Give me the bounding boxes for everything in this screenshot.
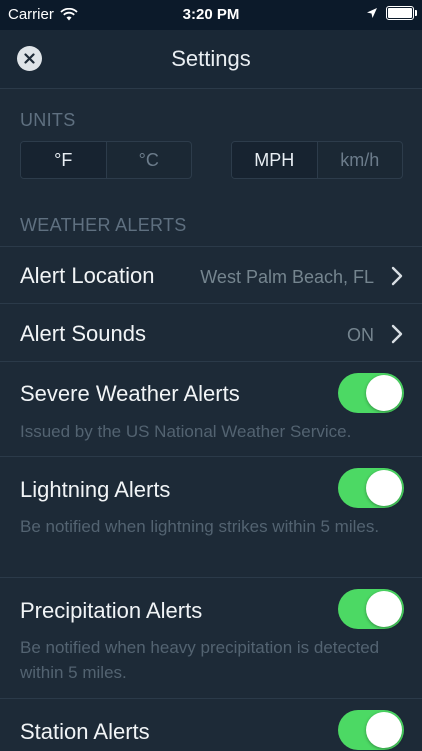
chevron-right-icon bbox=[391, 324, 403, 344]
lightning-alerts-row: Lightning Alerts Be notified when lightn… bbox=[0, 456, 422, 578]
lightning-alerts-title: Lightning Alerts bbox=[20, 477, 171, 502]
speed-unit-selector: MPH km/h bbox=[231, 141, 403, 179]
chevron-right-icon bbox=[391, 266, 403, 286]
severe-weather-alerts-toggle[interactable] bbox=[338, 373, 404, 413]
battery-icon bbox=[386, 6, 417, 20]
alert-sounds-title: Alert Sounds bbox=[20, 321, 146, 346]
location-arrow-icon bbox=[367, 8, 377, 18]
precipitation-alerts-row: Precipitation Alerts Be notified when he… bbox=[0, 577, 422, 699]
status-right bbox=[366, 6, 417, 20]
precipitation-alerts-toggle[interactable] bbox=[338, 589, 404, 629]
severe-weather-alerts-row: Severe Weather Alerts Issued by the US N… bbox=[0, 361, 422, 457]
severe-weather-alerts-subtitle: Issued by the US National Weather Servic… bbox=[20, 422, 352, 441]
status-bar: Carrier 3:20 PM bbox=[0, 0, 422, 30]
toggle-knob bbox=[366, 591, 402, 627]
unit-celsius-option[interactable]: °C bbox=[105, 142, 192, 178]
lightning-alerts-subtitle: Be notified when lightning strikes withi… bbox=[20, 517, 380, 536]
unit-kmh-option[interactable]: km/h bbox=[316, 142, 403, 178]
toggle-knob bbox=[366, 712, 402, 748]
alert-location-title: Alert Location bbox=[20, 263, 155, 288]
unit-mph-option[interactable]: MPH bbox=[232, 142, 317, 178]
precipitation-alerts-title: Precipitation Alerts bbox=[20, 598, 203, 623]
alert-sounds-value: ON bbox=[347, 325, 374, 345]
lightning-alerts-toggle[interactable] bbox=[338, 468, 404, 508]
station-alerts-toggle[interactable] bbox=[338, 710, 404, 750]
severe-weather-alerts-title: Severe Weather Alerts bbox=[20, 381, 240, 406]
weather-alerts-section-label: WEATHER ALERTS bbox=[20, 215, 187, 235]
toggle-knob bbox=[366, 375, 402, 411]
alert-location-row[interactable]: Alert Location West Palm Beach, FL bbox=[0, 246, 422, 304]
station-alerts-title: Station Alerts bbox=[20, 719, 150, 744]
nav-bar: Settings bbox=[0, 30, 422, 89]
precipitation-alerts-subtitle: Be notified when heavy precipitation is … bbox=[20, 638, 380, 682]
page-title: Settings bbox=[171, 46, 251, 71]
station-alerts-row: Station Alerts bbox=[0, 698, 422, 751]
unit-fahrenheit-option[interactable]: °F bbox=[21, 142, 106, 178]
toggle-knob bbox=[366, 470, 402, 506]
alert-sounds-row[interactable]: Alert Sounds ON bbox=[0, 303, 422, 362]
status-time: 3:20 PM bbox=[182, 6, 240, 23]
temperature-unit-selector: °F °C bbox=[20, 141, 192, 179]
units-section-label: UNITS bbox=[20, 110, 76, 130]
alert-location-value: West Palm Beach, FL bbox=[200, 267, 374, 287]
